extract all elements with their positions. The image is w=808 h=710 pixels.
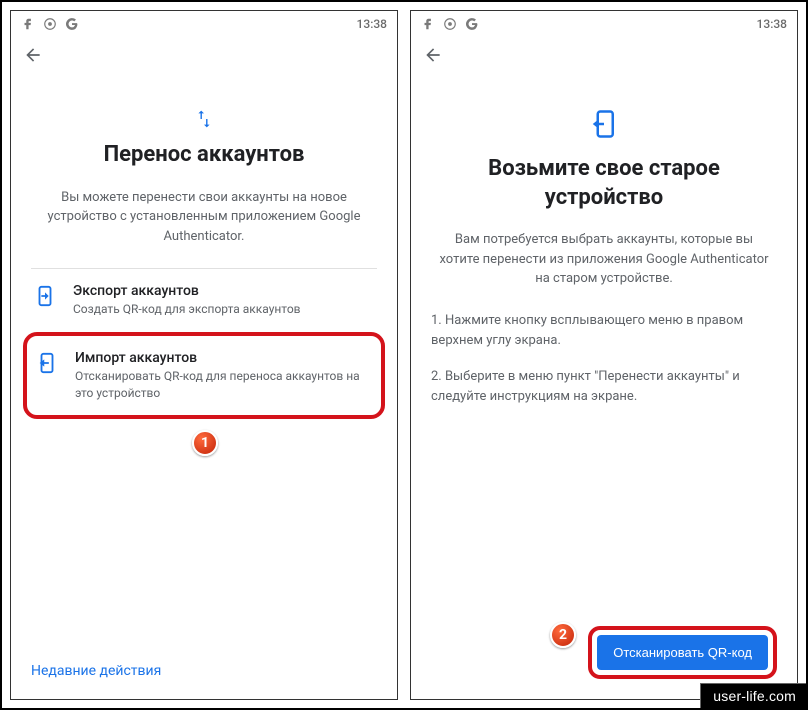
back-button-2[interactable] xyxy=(421,43,445,67)
callout-badge-2: 2 xyxy=(550,622,576,648)
import-option[interactable]: Импорт аккаунтов Отсканировать QR-код дл… xyxy=(33,340,375,412)
export-icon xyxy=(34,285,56,307)
phone-import-icon xyxy=(589,109,619,139)
chrome-icon xyxy=(43,17,57,31)
status-icons-left xyxy=(21,17,79,31)
content-1: Перенос аккаунтов Вы можете перенести св… xyxy=(11,69,397,699)
arrow-left-icon xyxy=(423,45,443,65)
content-2: Возьмите свое старое устройство Вам потр… xyxy=(411,69,797,699)
cta-area: Отсканировать QR-код xyxy=(431,626,777,683)
outer-frame: 13:38 Перенос аккаунтов Вы можете перене… xyxy=(0,0,808,710)
page-description: Вы можете перенести свои аккаунты на нов… xyxy=(31,188,377,247)
export-sub: Создать QR-код для экспорта аккаунтов xyxy=(73,301,373,318)
arrow-left-icon xyxy=(23,45,43,65)
steps: 1. Нажмите кнопку всплывающего меню в пр… xyxy=(431,311,777,424)
transfer-hero-icon xyxy=(31,109,377,129)
screens-row: 13:38 Перенос аккаунтов Вы можете перене… xyxy=(2,2,806,708)
options-list: Экспорт аккаунтов Создать QR-код для экс… xyxy=(31,268,377,419)
step-1: 1. Нажмите кнопку всплывающего меню в пр… xyxy=(431,311,777,351)
import-title: Импорт аккаунтов xyxy=(75,350,373,366)
toolbar xyxy=(11,35,397,69)
step-2: 2. Выберите в меню пункт "Перенести акка… xyxy=(431,367,777,407)
page-title-2: Возьмите свое старое устройство xyxy=(431,155,777,212)
page-title: Перенос аккаунтов xyxy=(31,141,377,170)
export-title: Экспорт аккаунтов xyxy=(73,283,373,299)
recent-actions-link[interactable]: Недавние действия xyxy=(31,657,377,683)
scan-qr-button[interactable]: Отсканировать QR-код xyxy=(597,635,768,670)
back-button[interactable] xyxy=(21,43,45,67)
toolbar-2 xyxy=(411,35,797,69)
import-icon xyxy=(36,352,58,374)
chrome-icon xyxy=(443,17,457,31)
google-icon xyxy=(65,17,79,31)
arrows-icon xyxy=(190,109,218,129)
status-bar-2: 13:38 xyxy=(411,11,797,35)
import-highlight: Импорт аккаунтов Отсканировать QR-код дл… xyxy=(23,332,385,420)
google-icon xyxy=(465,17,479,31)
status-bar: 13:38 xyxy=(11,11,397,35)
status-time-2: 13:38 xyxy=(757,17,787,31)
facebook-icon xyxy=(421,17,435,31)
device-hero-icon xyxy=(431,109,777,139)
watermark: user-life.com xyxy=(700,683,806,708)
status-icons-left-2 xyxy=(421,17,479,31)
page-description-2: Вам потребуется выбрать аккаунты, которы… xyxy=(431,230,777,289)
screen-2: 13:38 Возьмите свое старое устройство Ва… xyxy=(410,10,798,700)
facebook-icon xyxy=(21,17,35,31)
status-time: 13:38 xyxy=(357,17,387,31)
import-sub: Отсканировать QR-код для переноса аккаун… xyxy=(75,368,373,402)
cta-highlight: Отсканировать QR-код xyxy=(588,626,777,679)
screen-1: 13:38 Перенос аккаунтов Вы можете перене… xyxy=(10,10,398,700)
export-option[interactable]: Экспорт аккаунтов Создать QR-код для экс… xyxy=(31,269,377,332)
callout-badge-1: 1 xyxy=(192,430,218,456)
